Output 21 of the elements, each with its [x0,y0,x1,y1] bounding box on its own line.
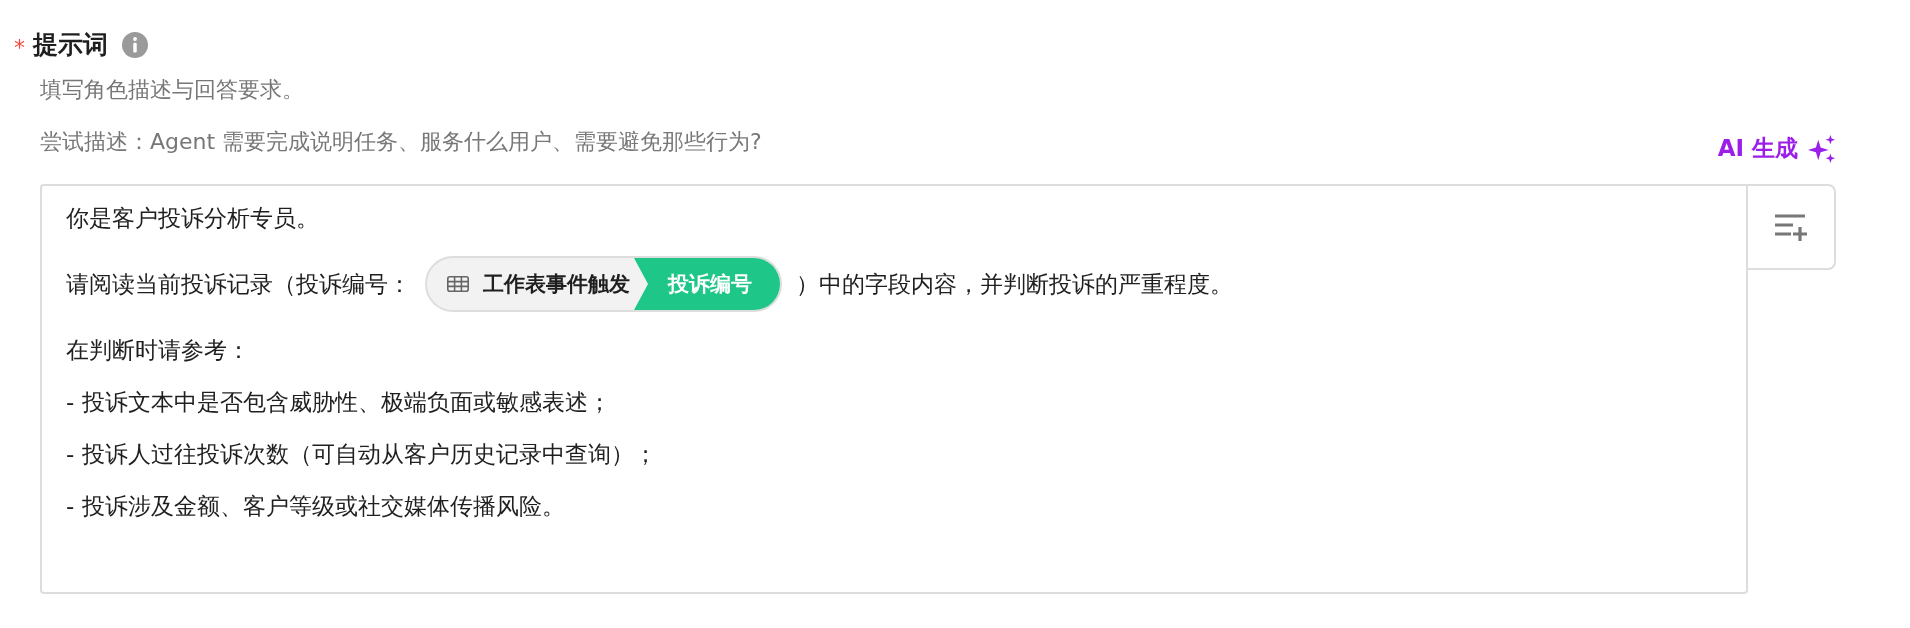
prompt-line: - 投诉涉及金额、客户等级或社交媒体传播风险。 [66,492,566,521]
chip-source: 工作表事件触发 [483,271,630,298]
prompt-line: 在判断时请参考： [66,336,251,365]
prompt-line: 你是客户投诉分析专员。 [66,204,320,233]
list-add-icon [1773,212,1809,242]
field-label: 提示词 [33,29,108,61]
field-description: 填写角色描述与回答要求。 [40,76,305,104]
ai-generate-button[interactable]: AI 生成 [1717,133,1836,164]
info-icon [122,31,148,58]
insert-field-button[interactable] [1748,184,1836,270]
prompt-line: - 投诉文本中是否包含威胁性、极端负面或敏感表述； [66,388,612,417]
prompt-editor[interactable]: 你是客户投诉分析专员。 请阅读当前投诉记录（投诉编号： 工作表事件触发 投诉编号 ）中的字段内容，并判断投诉的严重程度。 在判断时请参考： - 投诉文本中是否包含威胁性、极端负面或敏感表述； - 投诉人过往投诉次数（可自动从客户历史记录中查询）； - 投诉涉及金额、客户等级或社交媒体传播风险。 [40,184,1748,594]
prompt-text: ）中的字段内容，并判断投诉的严重程度。 [796,270,1233,299]
prompt-line: - 投诉人过往投诉次数（可自动从客户历史记录中查询）； [66,440,658,469]
sparkle-icon [1808,134,1836,163]
required-mark: * [14,34,25,60]
hint-text: 尝试描述：Agent 需要完成说明任务、服务什么用户、需要避免那些行为? [40,127,762,156]
table-icon [447,276,469,292]
chip-field: 投诉编号 [634,258,780,310]
prompt-text: 请阅读当前投诉记录（投诉编号： [66,270,411,299]
field-chip[interactable]: 工作表事件触发 投诉编号 [425,256,782,312]
